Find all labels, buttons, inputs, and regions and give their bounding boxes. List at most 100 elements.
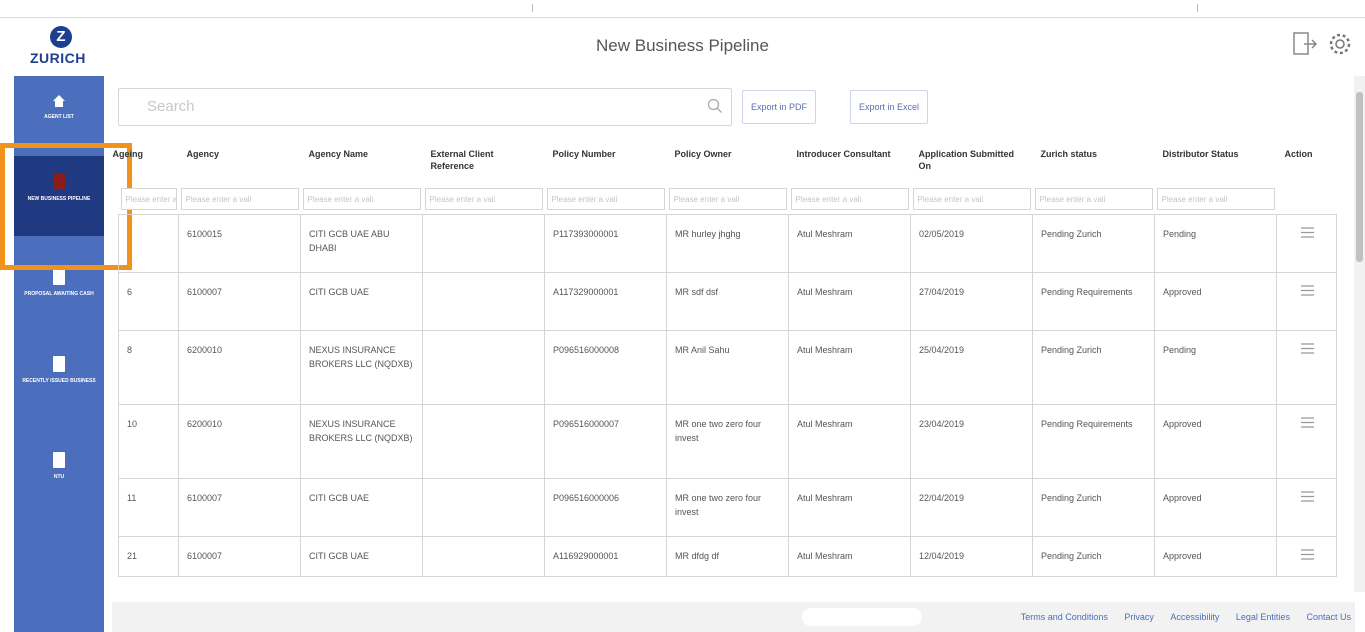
footer-links: Terms and Conditions Privacy Accessibili… xyxy=(1007,612,1351,622)
hamburger-menu-icon[interactable] xyxy=(1301,227,1314,238)
settings-gear-icon[interactable] xyxy=(1326,30,1354,58)
hamburger-menu-icon[interactable] xyxy=(1301,285,1314,296)
filter-input-policy-number[interactable] xyxy=(546,188,665,210)
col-header-distributor-status[interactable]: Distributor Status xyxy=(1155,138,1277,184)
footer-link-legal-entities[interactable]: Legal Entities xyxy=(1236,612,1290,622)
cell-agency-name: NEXUS INSURANCE BROKERS LLC (NQDXB) xyxy=(300,404,423,479)
cell-external-ref xyxy=(422,478,545,537)
table-row[interactable]: 8 6200010 NEXUS INSURANCE BROKERS LLC (N… xyxy=(118,330,1337,405)
cell-ageing: 10 xyxy=(118,404,179,479)
cell-policy-number: P096516000006 xyxy=(544,478,667,537)
cell-policy-owner: MR hurley jhghg xyxy=(666,214,789,273)
export-pdf-button[interactable]: Export in PDF xyxy=(742,90,817,124)
cell-zurich-status: Pending Zurich xyxy=(1032,214,1155,273)
cell-policy-owner: MR dfdg df xyxy=(666,536,789,577)
search-input[interactable] xyxy=(119,89,679,123)
sidebar-item-label: RECENTLY ISSUED BUSINESS xyxy=(22,378,96,384)
scrollbar-thumb[interactable] xyxy=(1356,92,1363,262)
cell-policy-number: A117329000001 xyxy=(544,272,667,331)
pipeline-table: Ageing Agency Agency Name External Clien… xyxy=(113,138,1337,577)
cell-agency-name: CITI GCB UAE ABU DHABI xyxy=(300,214,423,273)
cell-action xyxy=(1276,478,1337,537)
page-title: New Business Pipeline xyxy=(596,36,769,55)
cell-distributor-status: Approved xyxy=(1154,404,1277,479)
table-row[interactable]: 6100015 CITI GCB UAE ABU DHABI P11739300… xyxy=(118,214,1337,273)
sidebar-item-recently-issued-business[interactable]: RECENTLY ISSUED BUSINESS xyxy=(14,338,104,418)
cell-zurich-status: Pending Zurich xyxy=(1032,536,1155,577)
cell-ageing: 8 xyxy=(118,330,179,405)
hamburger-menu-icon[interactable] xyxy=(1301,491,1314,502)
sidebar-item-label: AGENT LIST xyxy=(44,114,74,120)
table-row[interactable]: 10 6200010 NEXUS INSURANCE BROKERS LLC (… xyxy=(118,404,1337,479)
col-header-application-submitted-on[interactable]: Application Submitted On xyxy=(911,138,1033,184)
cell-submitted-on: 25/04/2019 xyxy=(910,330,1033,405)
cell-consultant: Atul Meshram xyxy=(788,536,911,577)
col-header-introducer-consultant[interactable]: Introducer Consultant xyxy=(789,138,911,184)
cell-external-ref xyxy=(422,404,545,479)
col-header-action: Action xyxy=(1284,149,1313,159)
cell-agency: 6100007 xyxy=(178,272,301,331)
filter-row xyxy=(119,184,1337,215)
home-icon xyxy=(52,94,66,108)
cell-external-ref xyxy=(422,330,545,405)
table-row[interactable]: 11 6100007 CITI GCB UAE P096516000006 MR… xyxy=(118,478,1337,537)
cell-distributor-status: Approved xyxy=(1154,536,1277,577)
cell-zurich-status: Pending Requirements xyxy=(1032,404,1155,479)
cell-external-ref xyxy=(422,214,545,273)
filter-input-policy-owner[interactable] xyxy=(668,188,787,210)
filter-input-distributor-status[interactable] xyxy=(1156,188,1275,210)
col-header-zurich-status[interactable]: Zurich status xyxy=(1033,138,1155,184)
hamburger-menu-icon[interactable] xyxy=(1301,343,1314,354)
table-row[interactable]: 6 6100007 CITI GCB UAE A117329000001 MR … xyxy=(118,272,1337,331)
filter-input-consultant[interactable] xyxy=(790,188,909,210)
footer-link-accessibility[interactable]: Accessibility xyxy=(1170,612,1219,622)
cell-consultant: Atul Meshram xyxy=(788,214,911,273)
search-box xyxy=(118,88,732,126)
cell-action xyxy=(1276,536,1337,577)
sidebar-item-ntu[interactable]: NTU xyxy=(14,434,104,514)
filter-input-submitted-on[interactable] xyxy=(912,188,1031,210)
hamburger-menu-icon[interactable] xyxy=(1301,549,1314,560)
cell-policy-owner: MR one two zero four invest xyxy=(666,404,789,479)
filter-input-agency-name[interactable] xyxy=(302,188,421,210)
cell-zurich-status: Pending Zurich xyxy=(1032,478,1155,537)
col-header-ageing[interactable]: Ageing xyxy=(113,138,179,184)
logout-icon[interactable] xyxy=(1290,30,1318,58)
cell-ageing: 6 xyxy=(118,272,179,331)
sidebar-item-label: PROPOSAL AWAITING CASH xyxy=(24,291,94,297)
cell-ageing: 21 xyxy=(118,536,179,577)
col-header-policy-owner[interactable]: Policy Owner xyxy=(667,138,789,184)
footer-link-privacy[interactable]: Privacy xyxy=(1124,612,1154,622)
cell-agency-name: NEXUS INSURANCE BROKERS LLC (NQDXB) xyxy=(300,330,423,405)
table-row[interactable]: 21 6100007 CITI GCB UAE A116929000001 MR… xyxy=(118,536,1337,577)
cell-policy-owner: MR sdf dsf xyxy=(666,272,789,331)
search-icon[interactable] xyxy=(707,98,723,114)
col-header-agency-name[interactable]: Agency Name xyxy=(301,138,423,184)
cell-distributor-status: Pending xyxy=(1154,330,1277,405)
hamburger-menu-icon[interactable] xyxy=(1301,417,1314,428)
vertical-scrollbar[interactable] xyxy=(1354,76,1365,592)
cell-agency: 6100007 xyxy=(178,536,301,577)
cell-submitted-on: 22/04/2019 xyxy=(910,478,1033,537)
cell-ageing: 11 xyxy=(118,478,179,537)
table-header-row: Ageing Agency Agency Name External Clien… xyxy=(113,138,1337,184)
cell-action xyxy=(1276,404,1337,479)
cell-policy-number: A116929000001 xyxy=(544,536,667,577)
cell-submitted-on: 02/05/2019 xyxy=(910,214,1033,273)
footer-link-contact-us[interactable]: Contact Us xyxy=(1306,612,1351,622)
cell-policy-number: P096516000008 xyxy=(544,330,667,405)
col-header-policy-number[interactable]: Policy Number xyxy=(545,138,667,184)
export-excel-button[interactable]: Export in Excel xyxy=(850,90,929,124)
col-header-external-client-reference[interactable]: External Client Reference xyxy=(423,138,545,184)
footer-link-terms[interactable]: Terms and Conditions xyxy=(1021,612,1108,622)
main-content: Export in PDF Export in Excel Ageing Age… xyxy=(112,76,1355,594)
filter-input-zurich-status[interactable] xyxy=(1034,188,1153,210)
cell-distributor-status: Approved xyxy=(1154,478,1277,537)
filter-input-agency[interactable] xyxy=(180,188,299,210)
filter-input-external-ref[interactable] xyxy=(424,188,543,210)
cell-consultant: Atul Meshram xyxy=(788,478,911,537)
cell-policy-owner: MR Anil Sahu xyxy=(666,330,789,405)
col-header-agency[interactable]: Agency xyxy=(179,138,301,184)
filter-input-ageing[interactable] xyxy=(120,188,177,210)
document-icon xyxy=(53,269,65,285)
